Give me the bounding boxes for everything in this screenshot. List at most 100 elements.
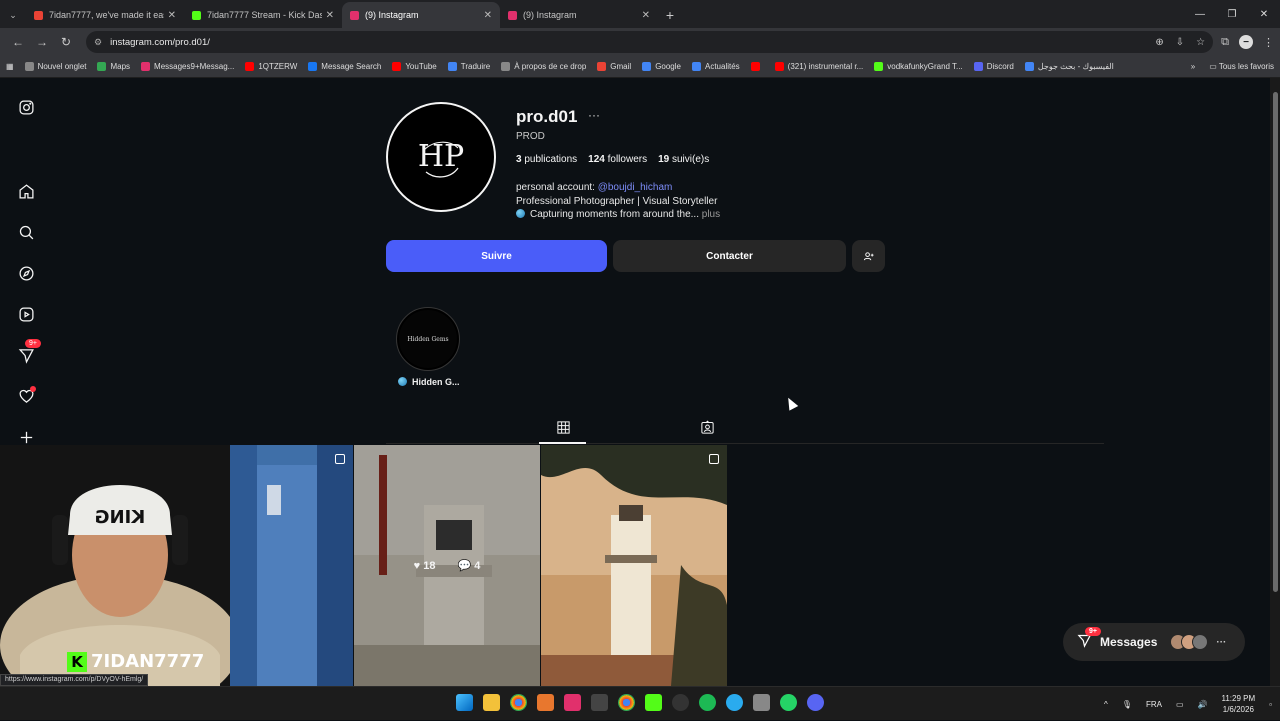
notification-center-icon[interactable]: ▫ [1269,700,1272,709]
reload-button[interactable]: ↻ [54,30,78,54]
browser-tab[interactable]: 7idan7777, we've made it easy ✕ [26,2,184,28]
bookmark-item[interactable]: Google [642,62,681,71]
followers-stat[interactable]: 124 followers [588,154,647,165]
following-stat[interactable]: 19 suivi(e)s [658,154,709,165]
instagram-logo-icon[interactable] [17,98,35,116]
chrome-active-icon[interactable] [618,694,635,711]
close-tab-icon[interactable]: ✕ [484,10,492,21]
chrome-icon[interactable] [510,694,527,711]
close-tab-icon[interactable]: ✕ [642,10,650,21]
spotify-icon[interactable] [699,694,716,711]
page-scrollbar[interactable] [1270,78,1280,686]
profile-options-icon[interactable]: ··· [588,108,600,122]
telegram-icon[interactable] [726,694,743,711]
bookmark-item[interactable] [750,62,764,71]
bookmark-item[interactable]: Nouvel onglet [24,62,86,71]
forward-button[interactable]: → [30,30,54,54]
system-clock[interactable]: 11:29 PM 1/6/2026 [1222,693,1256,715]
bookmark-item[interactable]: Gmail [597,62,631,71]
extensions-icon[interactable]: ⧉ [1221,36,1229,49]
start-icon[interactable] [456,694,473,711]
settings-icon[interactable] [753,694,770,711]
restore-icon[interactable]: ❐ [1216,0,1248,28]
bookmark-item[interactable]: Maps [97,62,130,71]
tab-search-button[interactable]: ⌄ [0,2,26,28]
home-icon[interactable] [17,182,35,200]
chrome-menu-icon[interactable]: ⋮ [1263,36,1274,49]
bio-text: Professional Photographer | Visual Story… [516,195,718,207]
new-tab-button[interactable]: + [658,2,682,28]
discord-icon[interactable] [807,694,824,711]
close-tab-icon[interactable]: ✕ [168,10,176,21]
minimize-icon[interactable]: — [1184,0,1216,28]
vlc-icon[interactable] [537,694,554,711]
all-bookmarks-folder[interactable]: ▭ Tous les favoris [1209,62,1274,71]
instagram-app-icon[interactable] [564,694,581,711]
site-info-icon[interactable]: ⚙ [94,37,102,48]
tray-overflow-icon[interactable]: ^ [1104,700,1108,709]
bookmark-item[interactable]: (321) instrumental r... [774,62,863,71]
streamer-name-tag: K 7IDAN7777 [67,651,204,672]
browser-tab-active[interactable]: (9) Instagram ✕ [342,2,500,28]
bookmark-item[interactable]: YouTube [392,62,437,71]
close-window-icon[interactable]: ✕ [1248,0,1280,28]
profile-icon[interactable]: − [1239,35,1253,49]
obs-icon[interactable] [672,694,689,711]
bookmark-item[interactable]: vodkafunkyGrand T... [874,62,963,71]
back-button[interactable]: ← [6,30,30,54]
bio-more-link[interactable]: plus [702,209,720,220]
tool-icon[interactable] [591,694,608,711]
tagged-tab[interactable] [699,419,715,435]
search-icon[interactable] [17,223,35,241]
bookmark-item[interactable]: Messages9+Messag... [141,62,234,71]
bookmark-item[interactable]: À propos de ce drop [501,62,586,71]
avatar [1192,634,1209,650]
zoom-icon[interactable]: ⊕ [1155,37,1163,48]
whatsapp-icon[interactable] [780,694,797,711]
microphone-icon[interactable]: 🎙 [1122,700,1132,709]
post-thumbnail[interactable] [541,445,727,686]
profile-avatar[interactable]: HP [386,102,496,212]
messages-dock[interactable]: 9+ Messages ··· [1063,623,1245,661]
bookmark-item[interactable]: Discord [973,62,1014,71]
instagram-icon [508,10,517,20]
language-indicator[interactable]: FRA [1146,700,1162,709]
post-thumbnail[interactable]: ♥ 18 💬 4 [354,445,540,686]
bookmark-star-icon[interactable]: ☆ [1196,37,1205,48]
file-explorer-icon[interactable] [483,694,500,711]
scrollbar-thumb[interactable] [1273,92,1278,592]
address-bar[interactable]: ⚙ instagram.com/pro.d01/ ⊕ ⇩ ☆ [86,31,1214,53]
follow-button[interactable]: Suivre [386,240,607,272]
contact-button[interactable]: Contacter [613,240,846,272]
suggested-users-button[interactable] [852,240,885,272]
notifications-icon[interactable] [17,386,36,405]
reels-icon[interactable] [17,305,35,323]
install-app-icon[interactable]: ⇩ [1176,37,1184,48]
bookmark-item[interactable]: 1QTZERW [245,62,297,71]
volume-icon[interactable]: 🔊 [1198,700,1208,709]
browser-tab[interactable]: (9) Instagram ✕ [500,2,658,28]
messages-dock-badge: 9+ [1085,627,1101,636]
apps-icon[interactable]: ▦ [6,62,14,71]
windows-taskbar: ^ 🎙 FRA ▭ 🔊 11:29 PM 1/6/2026 ▫ [0,686,1280,720]
bookmark-item[interactable]: Message Search [308,62,381,71]
create-icon[interactable] [17,428,35,446]
story-highlight[interactable]: Hidden Gems [396,307,460,371]
more-bookmarks-icon[interactable]: » [1191,62,1195,71]
bookmark-item[interactable]: الفيسبوك - بحث جوجل [1024,62,1114,71]
bio-handle-link[interactable]: @boujdi_hicham [598,182,673,193]
carousel-icon [335,454,345,464]
messages-nav-icon[interactable]: 9+ [17,339,41,364]
window-controls: — ❐ ✕ [1184,0,1280,28]
carousel-icon [709,454,719,464]
close-tab-icon[interactable]: ✕ [326,10,334,21]
bookmark-item[interactable]: Actualités [691,62,740,71]
bio-text: personal account: [516,182,598,193]
explore-icon[interactable] [17,264,35,282]
posts-grid-tab[interactable] [555,419,571,435]
messages-icon: 9+ [1077,627,1101,651]
browser-tab[interactable]: 7idan7777 Stream - Kick Dashb ✕ [184,2,342,28]
kick-app-icon[interactable] [645,694,662,711]
bookmark-item[interactable]: Traduire [447,62,490,71]
network-icon[interactable]: ▭ [1176,700,1184,709]
